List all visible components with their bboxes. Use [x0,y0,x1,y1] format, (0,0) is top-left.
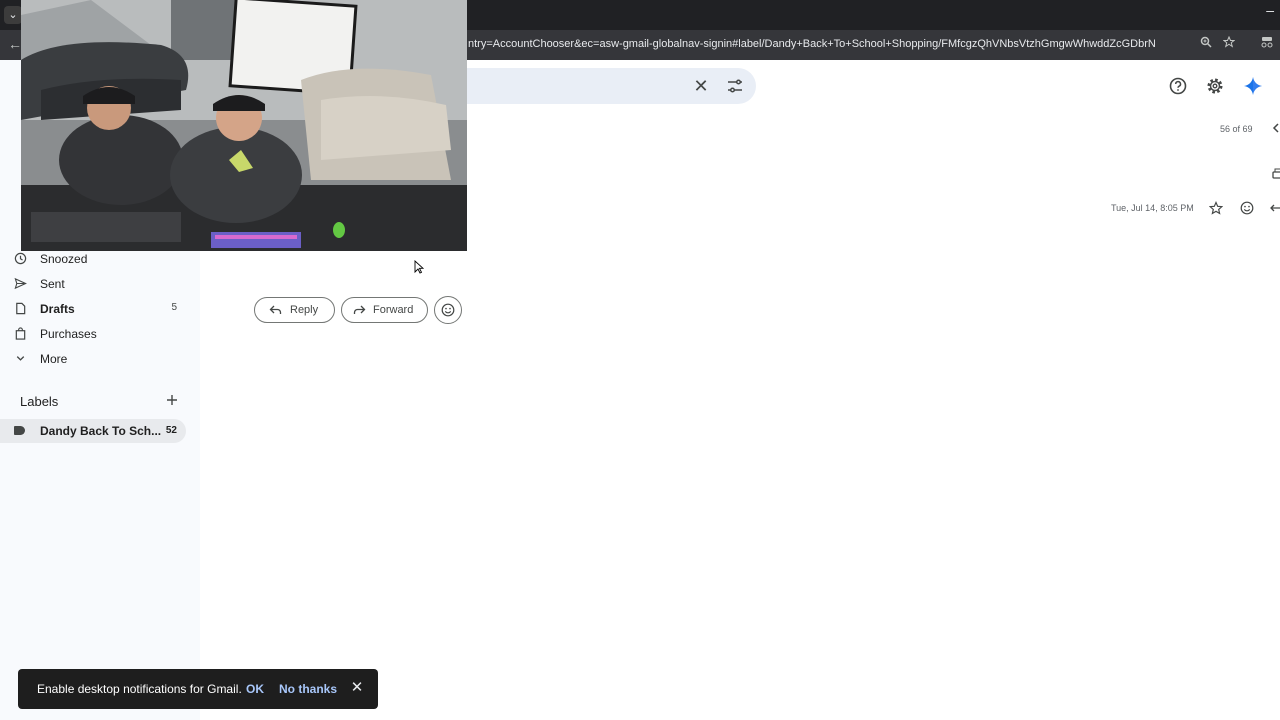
forward-icon [353,304,366,316]
gemini-sparkle-icon[interactable] [1242,75,1264,97]
reply-arrow-icon[interactable] [1270,201,1280,215]
search-options-icon[interactable] [724,75,746,97]
pagination-count: 56 of 69 [1220,124,1253,134]
sidebar-item-count: 5 [171,302,177,313]
sidebar-item-sent[interactable]: Sent [0,272,186,296]
older-message-button[interactable] [1272,122,1280,137]
sidebar-item-drafts[interactable]: Drafts 5 [0,297,186,321]
gear-icon[interactable] [1204,75,1226,97]
sidebar-label-name: Dandy Back To Sch... [40,424,162,438]
forward-button-label: Forward [373,304,414,316]
sidebar-label-count: 52 [165,425,177,436]
smiley-icon [441,303,455,317]
browser-back-button[interactable]: ← [8,36,22,52]
mouse-cursor-icon [414,259,425,274]
label-tag-icon [14,426,25,435]
sidebar-label-dandy[interactable]: Dandy Back To Sch... 52 [0,419,186,443]
star-icon[interactable] [1208,201,1224,215]
window-minimize-button[interactable]: – [1266,2,1274,18]
chevron-down-icon [14,352,27,365]
clear-search-button[interactable]: ✕ [690,75,712,97]
webcam-overlay [21,0,467,251]
chevron-left-icon [1272,123,1279,133]
snackbar-no-thanks-button[interactable]: No thanks [279,682,337,696]
draft-icon [14,302,27,315]
shopping-bag-icon [14,327,27,340]
clock-icon [14,252,27,265]
close-icon[interactable]: ✕ [350,680,364,695]
reply-button-label: Reply [290,304,319,316]
sidebar-item-more[interactable]: More [0,347,186,371]
snackbar-ok-button[interactable]: OK [246,682,264,696]
incognito-icon[interactable] [1260,36,1274,51]
print-icon[interactable] [1272,168,1280,182]
address-bar-url[interactable]: ntry=AccountChooser&ec=asw-gmail-globaln… [468,38,1156,50]
reply-button[interactable]: Reply [254,297,335,323]
bookmark-star-icon[interactable] [1222,35,1236,51]
add-label-button[interactable] [165,393,179,407]
sidebar-item-label: Sent [40,277,65,291]
sidebar-item-label: Purchases [40,327,97,341]
sidebar-item-label: Drafts [40,302,75,316]
forward-button[interactable]: Forward [341,297,428,323]
message-date: Tue, Jul 14, 8:05 PM [1111,203,1194,213]
sidebar-item-purchases[interactable]: Purchases [0,322,186,346]
snackbar-message: Enable desktop notifications for Gmail. [37,682,242,696]
reply-icon [269,304,282,316]
help-icon[interactable] [1167,75,1189,97]
sidebar-item-label: Snoozed [40,252,88,266]
send-icon [14,277,27,290]
add-reaction-icon[interactable] [1240,201,1254,215]
tab-search-button[interactable]: ⌄ [4,6,22,24]
notification-snackbar: Enable desktop notifications for Gmail. … [18,669,378,709]
emoji-reaction-button[interactable] [434,296,462,324]
sidebar-item-label: More [40,352,68,366]
plus-icon [167,395,177,405]
zoom-icon[interactable] [1200,36,1212,51]
labels-header: Labels [20,394,59,409]
webcam-video-frame [21,0,467,251]
